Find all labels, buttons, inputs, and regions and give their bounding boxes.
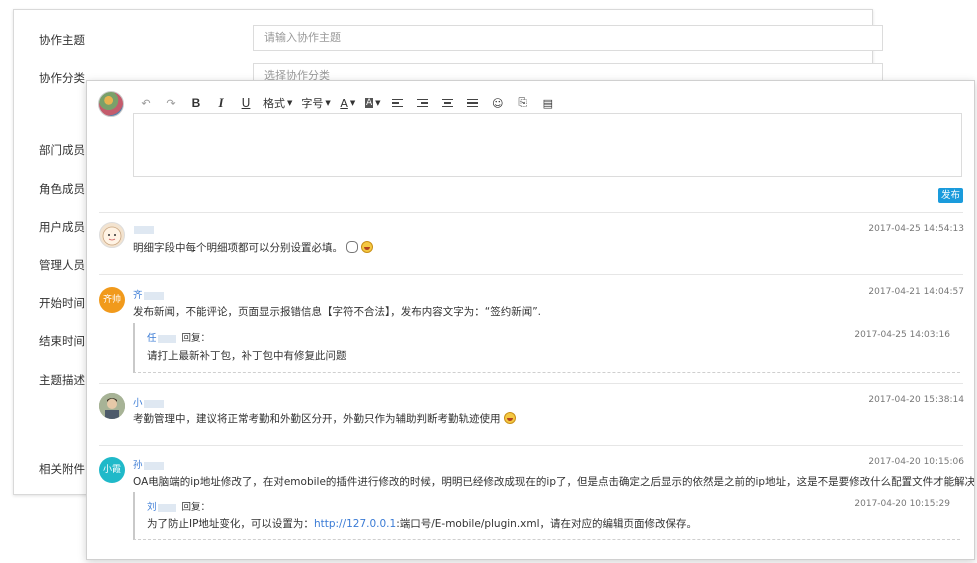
reply-text: 为了防止IP地址变化，可以设置为：http://127.0.0.1:端口号/E-…: [147, 516, 697, 531]
comment-text-content: 考勤管理中，建议将正常考勤和外勤区分开，外勤只作为辅助判断考勤轨迹使用: [133, 413, 501, 425]
comment-text: 明细字段中每个明细项都可以分别设置必填。: [133, 240, 373, 255]
label-role-members: 角色成员: [39, 182, 85, 196]
comment-author-name: 齐: [133, 290, 143, 301]
label-subject: 协作主题: [39, 33, 85, 47]
divider: [99, 445, 963, 446]
reply-text: 请打上最新补丁包，补丁包中有修复此问题: [147, 350, 347, 362]
comment-time: 2017-04-20 15:38:14: [868, 395, 964, 405]
masked-name: [143, 461, 164, 470]
italic-button[interactable]: I: [210, 94, 232, 112]
avatar: [99, 393, 125, 419]
editor-toolbar: ↶ ↷ B I U 格式 ▼ 字号 ▼ A ▼ A ▼ ☺ ⎘ ▤: [135, 94, 562, 112]
masked-name: [157, 503, 176, 512]
comment-text: 发布新闻，不能评论，页面显示报错信息【字符不合法】，发布内容文字为：“签约新闻”…: [133, 306, 541, 318]
avatar: 齐帅: [99, 287, 125, 313]
comment-text: 考勤管理中，建议将正常考勤和外勤区分开，外勤只作为辅助判断考勤轨迹使用: [133, 411, 516, 426]
chevron-down-icon: ▼: [287, 99, 293, 107]
font-color-button[interactable]: A ▼: [337, 94, 359, 112]
label-topic-desc: 主题描述: [39, 373, 85, 387]
chevron-down-icon: ▼: [325, 99, 331, 107]
reply-time: 2017-04-25 14:03:16: [854, 330, 950, 340]
comment-panel: ↶ ↷ B I U 格式 ▼ 字号 ▼ A ▼ A ▼ ☺ ⎘ ▤ 发布 2017-04…: [86, 80, 975, 560]
fontsize-label: 字号: [301, 97, 324, 110]
background-color-icon: A: [365, 98, 374, 108]
label-category: 协作分类: [39, 71, 85, 85]
reply-time: 2017-04-20 10:15:29: [854, 499, 950, 509]
format-label: 格式: [263, 97, 285, 110]
comment-time: 2017-04-21 14:04:57: [868, 287, 964, 297]
undo-icon[interactable]: ↶: [135, 94, 157, 112]
comment-author-name: 小: [133, 398, 143, 409]
background-color-button[interactable]: A ▼: [362, 94, 384, 112]
grinning-face-icon: [361, 241, 373, 253]
label-dept-members: 部门成员: [39, 143, 85, 157]
reply-block: 任 回复： 2017-04-25 14:03:16 请打上最新补丁包，补丁包中有修…: [133, 323, 960, 373]
align-justify-icon[interactable]: [462, 94, 484, 112]
current-user-avatar: [98, 91, 124, 117]
avatar: 小霞: [99, 457, 125, 483]
attachment-icon[interactable]: ⎘: [512, 94, 534, 112]
reply-author[interactable]: 刘 回复：: [147, 499, 210, 513]
masked-name: [143, 399, 164, 408]
label-user-members: 用户成员: [39, 220, 85, 234]
avatar: [99, 222, 125, 248]
comment-time: 2017-04-25 14:54:13: [868, 224, 964, 234]
redo-icon[interactable]: ↷: [160, 94, 182, 112]
comment-author[interactable]: 齐: [133, 287, 164, 301]
format-dropdown[interactable]: 格式 ▼: [260, 94, 295, 112]
photo-avatar-icon: [99, 393, 125, 419]
reply-text-suffix: :端口号/E-mobile/plugin.xml，请在对应的编辑页面修改保存。: [396, 518, 698, 530]
table-icon[interactable]: ▤: [537, 94, 559, 112]
emoji-icon[interactable]: ☺: [487, 94, 509, 112]
reply-author-name: 任: [147, 333, 157, 344]
reply-block: 刘 回复： 2017-04-20 10:15:29 为了防止IP地址变化，可以设置…: [133, 492, 960, 540]
align-right-icon[interactable]: [412, 94, 434, 112]
comment-author[interactable]: 小: [133, 395, 164, 409]
label-end-time: 结束时间: [39, 334, 85, 348]
reply-author-name: 刘: [147, 502, 157, 513]
label-attachments: 相关附件: [39, 462, 85, 476]
comment-text: OA电脑端的ip地址修改了，在对emobile的插件进行修改的时候，明明已经修改…: [133, 476, 975, 488]
comment-author[interactable]: [133, 224, 154, 235]
comment-text-content: 明细字段中每个明细项都可以分别设置必填。: [133, 242, 343, 254]
divider: [99, 274, 963, 275]
fontsize-dropdown[interactable]: 字号 ▼: [298, 94, 333, 112]
chat-bubble-icon: [346, 241, 358, 253]
cartoon-face-icon: [102, 226, 122, 246]
comment-author-name: 孙: [133, 460, 143, 471]
masked-name: [134, 225, 154, 234]
align-left-icon[interactable]: [387, 94, 409, 112]
publish-button[interactable]: 发布: [938, 188, 963, 203]
align-center-icon[interactable]: [437, 94, 459, 112]
masked-name: [157, 334, 176, 343]
underline-button[interactable]: U: [235, 94, 257, 112]
label-start-time: 开始时间: [39, 296, 85, 310]
reply-text-prefix: 为了防止IP地址变化，可以设置为：: [147, 518, 314, 530]
divider: [99, 212, 963, 213]
subject-input[interactable]: 请输入协作主题: [253, 25, 883, 51]
masked-name: [143, 291, 164, 300]
bold-button[interactable]: B: [185, 94, 207, 112]
grinning-face-icon: [503, 412, 516, 424]
comment-time: 2017-04-20 10:15:06: [868, 457, 964, 467]
comment-editor[interactable]: [133, 113, 962, 177]
reply-author[interactable]: 任 回复：: [147, 330, 210, 344]
chevron-down-icon: ▼: [375, 99, 381, 107]
comment-author[interactable]: 孙: [133, 457, 164, 471]
label-managers: 管理人员: [39, 258, 85, 272]
chevron-down-icon: ▼: [349, 99, 356, 107]
reply-link[interactable]: http://127.0.0.1: [314, 518, 396, 530]
divider: [99, 383, 963, 384]
reply-label: 回复：: [181, 502, 211, 513]
font-color-icon: A: [340, 96, 348, 110]
reply-label: 回复：: [181, 333, 211, 344]
